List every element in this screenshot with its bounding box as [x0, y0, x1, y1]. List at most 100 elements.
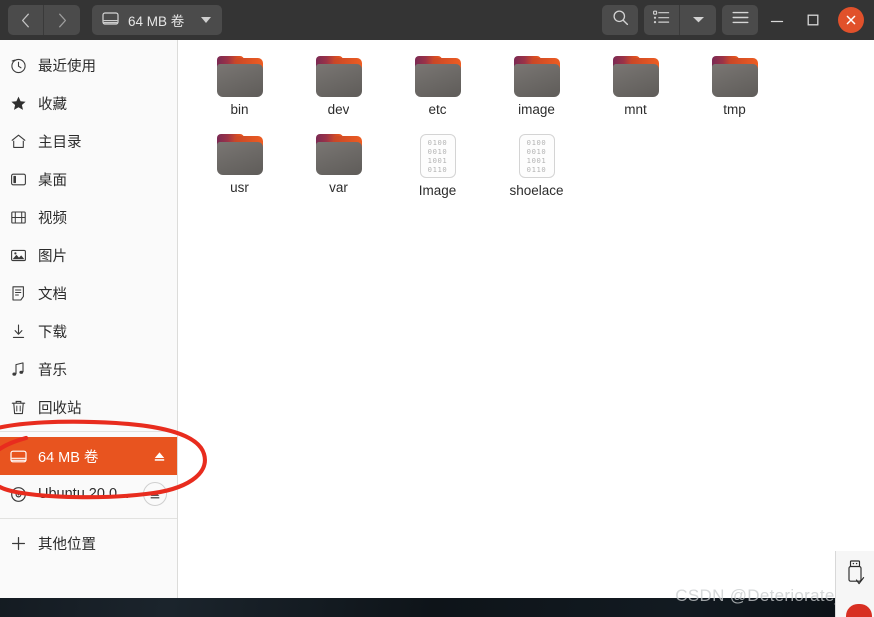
main-menu-button[interactable]: [722, 5, 758, 35]
path-label: 64 MB 卷: [128, 14, 185, 29]
search-button[interactable]: [602, 5, 638, 35]
search-icon: [612, 9, 629, 31]
list-view-button[interactable]: [644, 5, 680, 35]
sidebar-item-label: 文档: [38, 286, 67, 303]
navigation-button-group: [8, 5, 80, 35]
eject-button[interactable]: [143, 482, 167, 506]
sidebar-item-label: 回收站: [38, 400, 82, 417]
file-name: tmp: [723, 102, 746, 117]
list-view-icon: [653, 10, 670, 30]
home-icon: [9, 132, 27, 150]
folder-icon: [315, 134, 362, 175]
sidebar-separator: [0, 518, 177, 519]
sidebar-item-music[interactable]: 音乐: [0, 350, 177, 388]
sidebar-item-label: 最近使用: [38, 58, 96, 75]
view-mode-group: [644, 5, 716, 35]
sidebar-item-label: 收藏: [38, 96, 67, 113]
file-item[interactable]: tmp: [685, 52, 784, 130]
folder-icon: [711, 56, 758, 97]
drive-icon: [102, 11, 119, 29]
file-item[interactable]: 0100 0010 1001 0110 Image: [388, 130, 487, 208]
sidebar-item-label: Ubuntu 20.0...: [38, 486, 130, 502]
maximize-button[interactable]: [796, 5, 830, 35]
trash-icon: [9, 398, 27, 416]
sidebar-item-other-locations[interactable]: 其他位置: [0, 524, 177, 562]
file-name: shoelace: [509, 183, 564, 198]
chevron-down-icon: [201, 17, 212, 23]
sidebar-item-recent[interactable]: 最近使用: [0, 46, 177, 84]
binary-row: 0010: [427, 147, 448, 156]
sidebar-item-ubuntu-disc[interactable]: Ubuntu 20.0...: [0, 475, 177, 513]
file-name: etc: [428, 102, 447, 117]
file-name: bin: [230, 102, 249, 117]
sidebar-item-label: 其他位置: [38, 536, 96, 553]
file-name: image: [518, 102, 555, 117]
file-name: var: [329, 180, 348, 195]
desktop-icon: [9, 170, 27, 188]
sidebar-item-label: 音乐: [38, 362, 67, 379]
file-item[interactable]: var: [289, 130, 388, 208]
folder-icon: [414, 56, 461, 97]
sidebar-item-home[interactable]: 主目录: [0, 122, 177, 160]
file-item[interactable]: etc: [388, 52, 487, 130]
sidebar-item-documents[interactable]: 文档: [0, 274, 177, 312]
sidebar-item-desktop[interactable]: 桌面: [0, 160, 177, 198]
sidebar-item-label: 主目录: [38, 134, 82, 151]
chevron-down-icon: [692, 11, 705, 29]
binary-row: 1001: [427, 156, 448, 165]
usb-panel-accent: [846, 604, 872, 617]
folder-icon: [315, 56, 362, 97]
sidebar-item-label: 视频: [38, 210, 67, 227]
view-options-button[interactable]: [680, 5, 716, 35]
window-body: 最近使用 收藏 主目录 桌面 视频 图片 文档 下载 音乐 回收站 64 MB …: [0, 40, 874, 598]
hamburger-menu-icon: [732, 11, 749, 29]
sidebar-separator: [0, 431, 177, 432]
folder-icon: [612, 56, 659, 97]
binary-row: 0110: [526, 165, 547, 174]
sidebar-item-64mb-volume[interactable]: 64 MB 卷: [0, 437, 177, 475]
file-item[interactable]: dev: [289, 52, 388, 130]
file-item[interactable]: mnt: [586, 52, 685, 130]
close-button[interactable]: [838, 7, 864, 33]
forward-button[interactable]: [44, 5, 80, 35]
file-item[interactable]: usr: [190, 130, 289, 208]
header-bar: 64 MB 卷: [0, 0, 874, 40]
download-icon: [9, 322, 27, 340]
binary-row: 0100: [526, 138, 547, 147]
file-item[interactable]: 0100 0010 1001 0110 shoelace: [487, 130, 586, 208]
file-name: Image: [418, 183, 457, 198]
star-icon: [9, 94, 27, 112]
sidebar-item-videos[interactable]: 视频: [0, 198, 177, 236]
file-view[interactable]: bin dev etc image mnt tmp usr var 0100 0…: [178, 40, 874, 598]
minimize-button[interactable]: [760, 5, 794, 35]
sidebar-item-starred[interactable]: 收藏: [0, 84, 177, 122]
folder-icon: [216, 56, 263, 97]
video-icon: [9, 208, 27, 226]
clock-icon: [9, 56, 27, 74]
file-item[interactable]: image: [487, 52, 586, 130]
sidebar-item-trash[interactable]: 回收站: [0, 388, 177, 426]
binary-file-icon: 0100 0010 1001 0110: [518, 134, 555, 178]
pictures-icon: [9, 246, 27, 264]
back-button[interactable]: [8, 5, 44, 35]
file-name: mnt: [624, 102, 647, 117]
eject-button[interactable]: [151, 450, 167, 462]
file-manager-window: 64 MB 卷 最近使用 收藏 主目录 桌面 视频 图片 文档 下载 音乐 回收…: [0, 0, 874, 598]
watermark: CSDN @Deteriorate_Kr: [675, 586, 862, 605]
file-item[interactable]: bin: [190, 52, 289, 130]
sidebar-item-downloads[interactable]: 下载: [0, 312, 177, 350]
path-breadcrumb-button[interactable]: 64 MB 卷: [92, 5, 223, 35]
sidebar-item-pictures[interactable]: 图片: [0, 236, 177, 274]
sidebar-item-label: 64 MB 卷: [38, 449, 99, 466]
file-grid: bin dev etc image mnt tmp usr var 0100 0…: [190, 52, 866, 208]
folder-icon: [216, 134, 263, 175]
disc-icon: [9, 485, 27, 503]
folder-icon: [513, 56, 560, 97]
file-name: usr: [230, 180, 249, 195]
binary-row: 0010: [526, 147, 547, 156]
sidebar: 最近使用 收藏 主目录 桌面 视频 图片 文档 下载 音乐 回收站 64 MB …: [0, 40, 178, 598]
usb-notification-panel[interactable]: [835, 551, 874, 617]
binary-file-icon: 0100 0010 1001 0110: [419, 134, 456, 178]
drive-icon: [9, 447, 27, 465]
usb-stick-icon: [844, 559, 866, 594]
